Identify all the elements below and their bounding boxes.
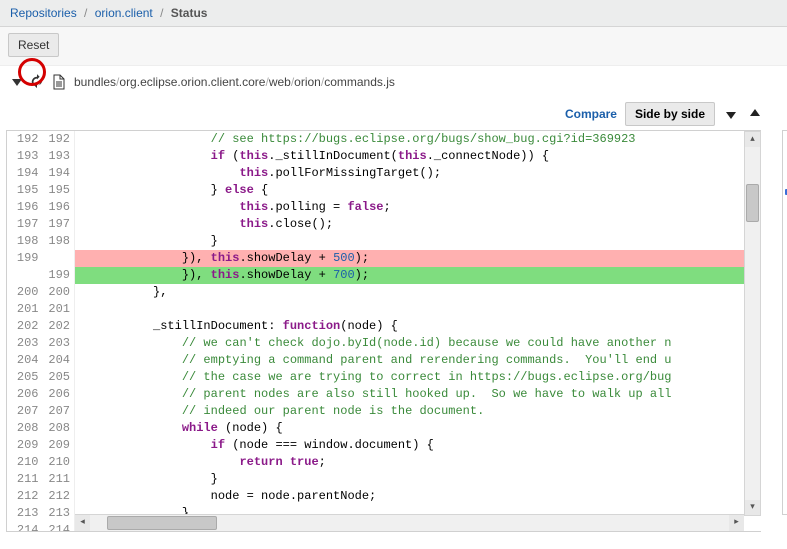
prev-diff-icon[interactable]	[747, 106, 763, 122]
breadcrumb-repo[interactable]: orion.client	[95, 6, 153, 20]
vertical-scroll-thumb[interactable]	[746, 184, 759, 222]
side-by-side-button[interactable]: Side by side	[625, 102, 715, 126]
reset-button[interactable]: Reset	[8, 33, 59, 57]
line-gutter: 1921921931931941941951951961961971971981…	[7, 131, 75, 531]
horizontal-scroll-thumb[interactable]	[107, 516, 217, 530]
scroll-down-button[interactable]: ▾	[745, 500, 760, 515]
code-line: this.polling = false;	[75, 199, 761, 216]
code-line: // indeed our parent node is the documen…	[75, 403, 761, 420]
code-content[interactable]: // see https://bugs.eclipse.org/bugs/sho…	[75, 131, 761, 531]
breadcrumb-root[interactable]: Repositories	[10, 6, 77, 20]
code-line: // the case we are trying to correct in …	[75, 369, 761, 386]
scroll-right-button[interactable]: ▸	[729, 515, 744, 531]
next-diff-icon[interactable]	[723, 106, 739, 122]
code-line: if (this._stillInDocument(this._connectN…	[75, 148, 761, 165]
breadcrumb-page: Status	[171, 6, 208, 20]
compare-bar: Compare Side by side	[0, 98, 787, 130]
file-path: bundles/org.eclipse.orion.client.core/we…	[74, 75, 395, 89]
code-line: }	[75, 471, 761, 488]
code-line: } else {	[75, 182, 761, 199]
code-line: if (node === window.document) {	[75, 437, 761, 454]
file-row: bundles/org.eclipse.orion.client.core/we…	[0, 66, 787, 98]
code-line: // we can't check dojo.byId(node.id) bec…	[75, 335, 761, 352]
code-line: this.close();	[75, 216, 761, 233]
diff-viewer: 1921921931931941941951951961961971971981…	[6, 130, 761, 532]
overview-ruler[interactable]	[782, 130, 787, 515]
toolbar: Reset	[0, 27, 787, 66]
code-line: node = node.parentNode;	[75, 488, 761, 505]
code-line: }), this.showDelay + 700);	[75, 267, 761, 284]
file-icon	[52, 74, 66, 90]
code-line: _stillInDocument: function(node) {	[75, 318, 761, 335]
horizontal-scrollbar[interactable]: ◂ ▸	[75, 514, 744, 531]
expand-collapse-icon[interactable]	[12, 79, 22, 86]
code-line: // see https://bugs.eclipse.org/bugs/sho…	[75, 131, 761, 148]
code-line: // emptying a command parent and rerende…	[75, 352, 761, 369]
code-line: // parent nodes are also still hooked up…	[75, 386, 761, 403]
scroll-up-button[interactable]: ▴	[745, 132, 760, 147]
breadcrumb-bar: Repositories / orion.client / Status	[0, 0, 787, 27]
compare-link[interactable]: Compare	[565, 107, 617, 121]
code-line: return true;	[75, 454, 761, 471]
sync-icon[interactable]	[30, 74, 44, 90]
vertical-scrollbar[interactable]: ▴ ▾	[744, 131, 761, 516]
code-line	[75, 301, 761, 318]
breadcrumb: Repositories / orion.client / Status	[10, 6, 207, 20]
code-line: while (node) {	[75, 420, 761, 437]
code-line: },	[75, 284, 761, 301]
scroll-left-button[interactable]: ◂	[75, 515, 90, 531]
code-line: }), this.showDelay + 500);	[75, 250, 761, 267]
code-line: this.pollForMissingTarget();	[75, 165, 761, 182]
code-line: }	[75, 233, 761, 250]
